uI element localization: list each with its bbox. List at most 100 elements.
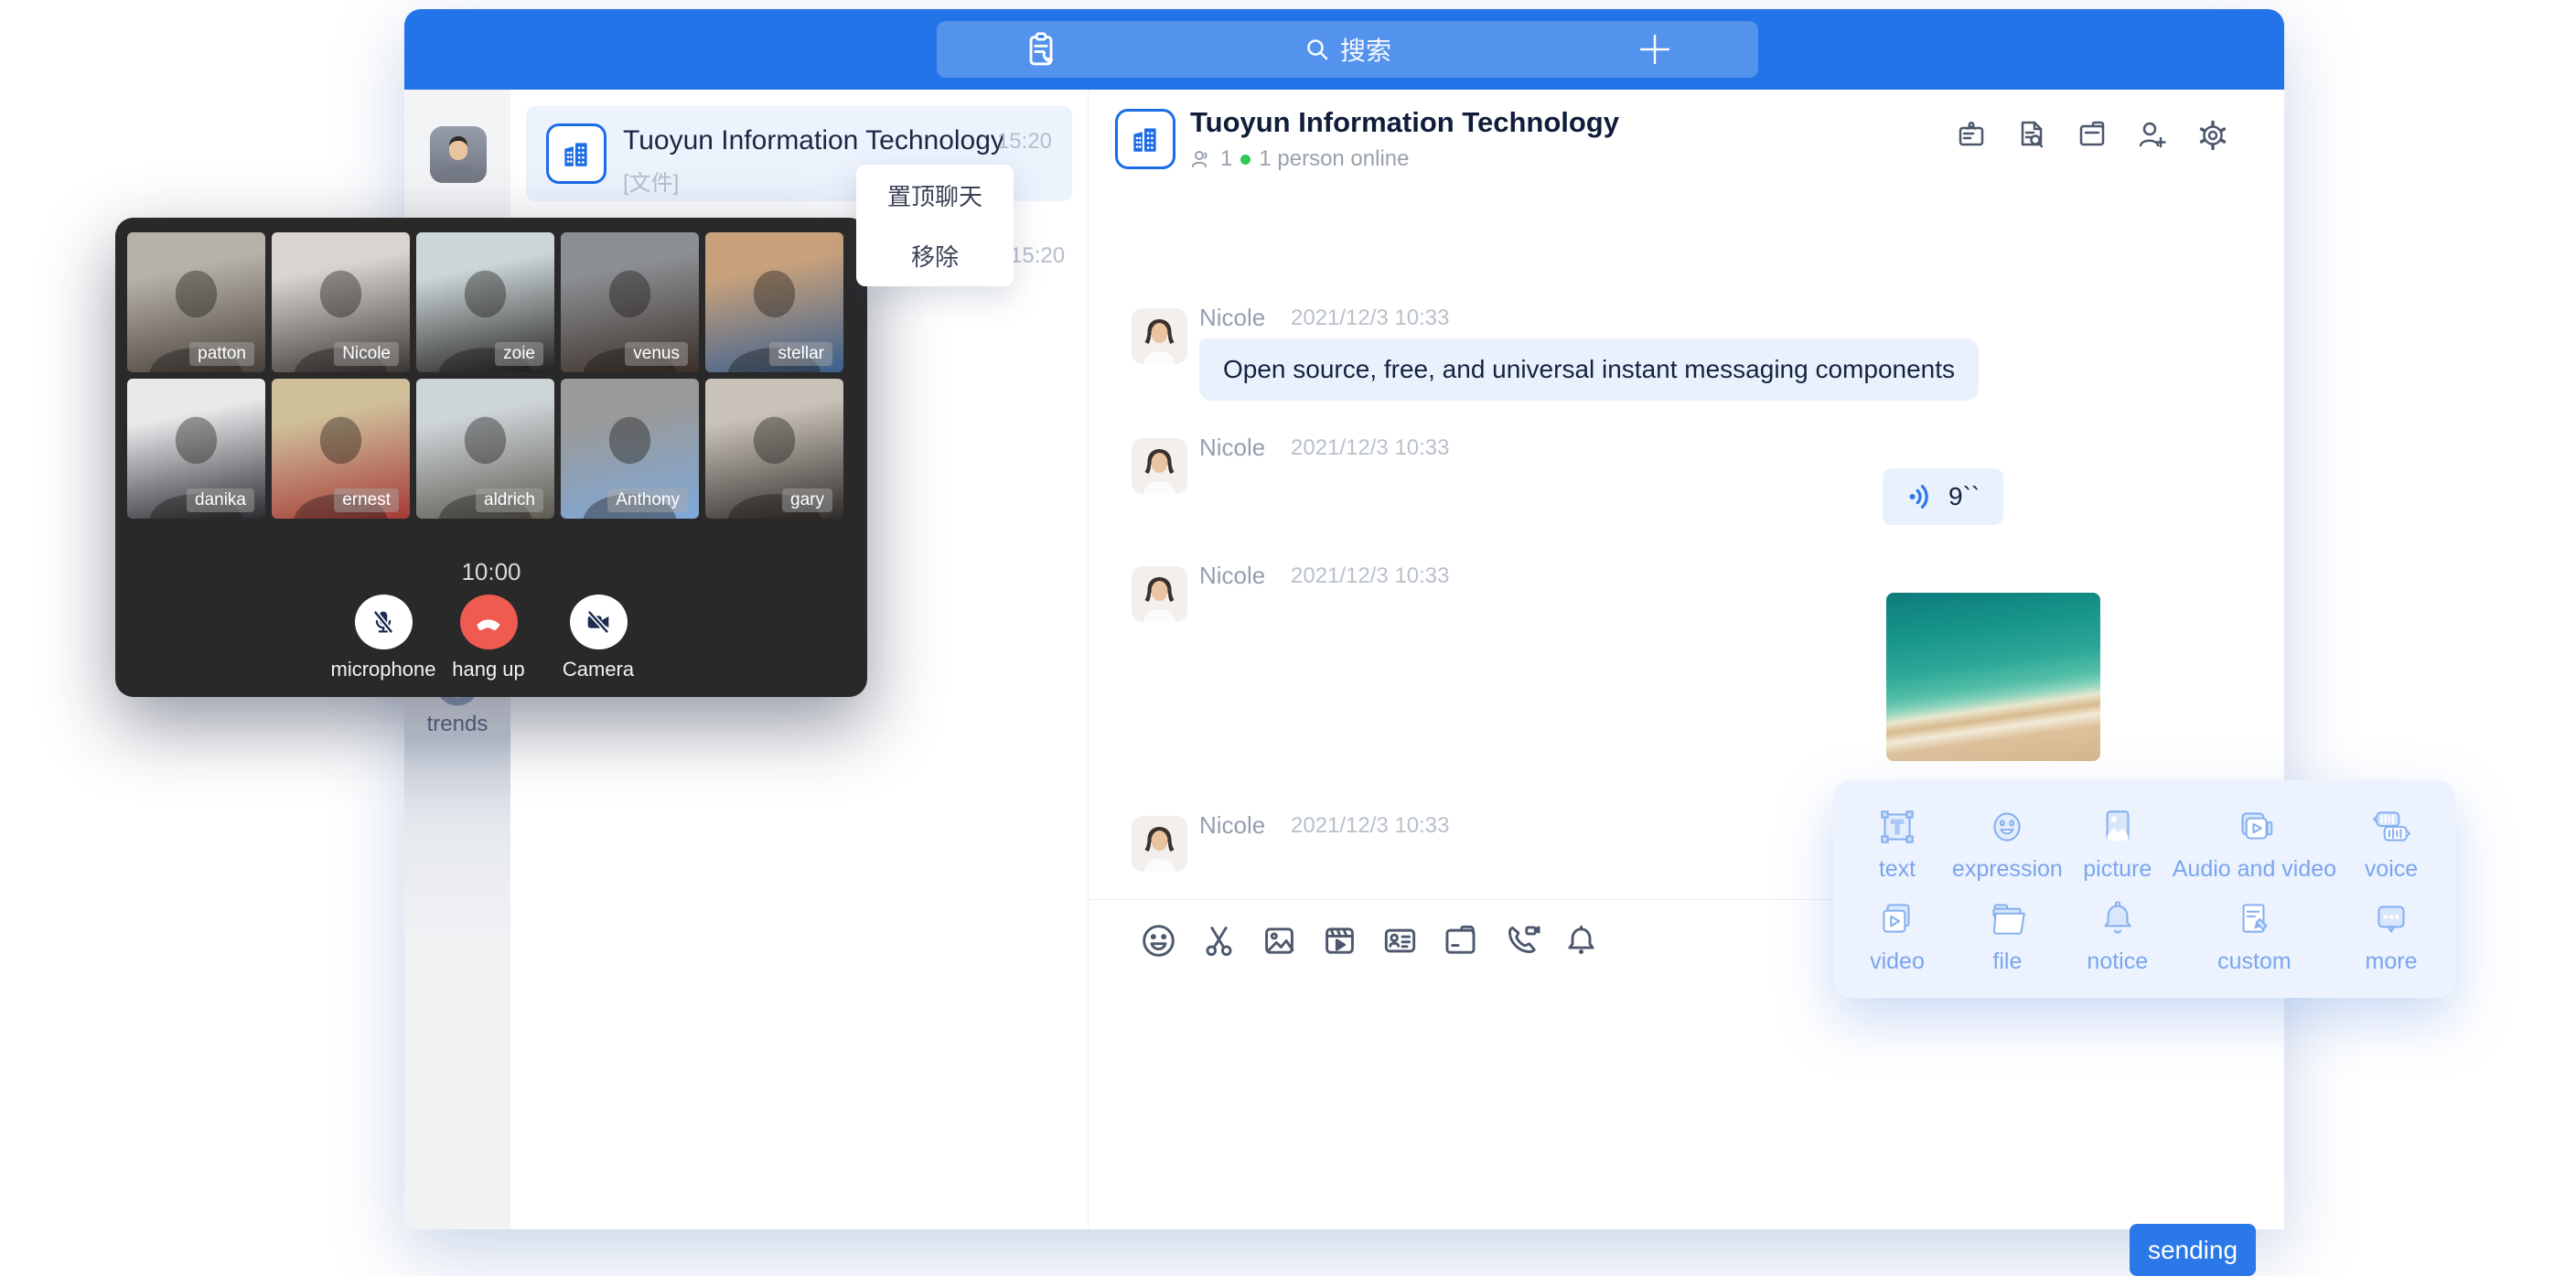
add-icon[interactable] [1638,33,1671,66]
panel-item-custom[interactable]: custom [2173,889,2336,981]
menu-item-remove[interactable]: 移除 [856,226,1014,287]
search-placeholder: 搜索 [1340,31,1391,68]
camera-button[interactable] [570,595,628,649]
microphone-button[interactable] [355,595,413,649]
voice-icon [2368,804,2414,850]
sender-avatar [1132,566,1187,622]
hangup-button[interactable] [460,595,518,649]
video-icon [1874,896,1920,942]
video-tile: zoie [416,232,554,372]
camera-off-icon [583,606,614,638]
message-time: 2021/12/3 10:33 [1291,563,1450,589]
panel-item-label: notice [2087,949,2148,975]
panel-item-audio-video[interactable]: Audio and video [2173,797,2336,889]
panel-item-label: video [1870,949,1925,975]
video-tile: gary [705,379,843,519]
panel-item-picture[interactable]: picture [2063,797,2173,889]
send-button[interactable]: sending [2130,1224,2256,1276]
video-tile: aldrich [416,379,554,519]
camera-control: Camera [541,595,656,681]
chat-header: Tuoyun Information Technology 1 1 person… [1089,90,2284,185]
sender-name: Nicole [1199,304,1265,332]
image-message[interactable] [1886,593,2100,761]
video-tile: patton [127,232,265,372]
voice-duration: 9`` [1948,482,1980,511]
image-icon[interactable] [1260,921,1299,960]
conversation-last-message: [文件] [623,165,679,197]
search-bar[interactable]: 搜索 [937,21,1758,78]
panel-item-video[interactable]: video [1842,889,1952,981]
sender-name: Nicole [1199,811,1265,840]
text-icon [1874,804,1920,850]
video-call-icon[interactable] [1501,921,1540,960]
member-count: 1 [1220,146,1232,172]
participant-name: Nicole [334,342,399,366]
custom-icon [2231,896,2277,942]
video-tile: danika [127,379,265,519]
hangup-control: hang up [431,595,546,681]
conversation-title: Tuoyun Information Technology [623,125,1004,156]
participant-name: patton [189,342,254,366]
participant-name: ernest [334,488,399,512]
control-label: microphone [326,658,441,681]
notice-icon [2095,896,2141,942]
microphone-control: microphone [326,595,441,681]
participant-name: stellar [769,342,832,366]
picture-icon [2095,804,2141,850]
panel-item-text[interactable]: text [1842,797,1952,889]
chat-record-search-icon[interactable] [2013,117,2050,154]
hangup-icon [472,606,505,638]
message-type-panel: text expression picture Audio and video [1833,780,2455,998]
search-field[interactable]: 搜索 [937,21,1758,78]
notification-bell-icon[interactable] [1562,921,1601,960]
message-time: 2021/12/3 10:33 [1291,435,1450,461]
online-dot [1240,155,1250,165]
chat-title: Tuoyun Information Technology [1190,106,1619,139]
group-avatar [546,123,606,184]
video-grid: patton Nicole zoie venus stellar danika ernest… [127,232,843,519]
settings-gear-icon[interactable] [2195,117,2231,154]
members-icon [1190,148,1212,170]
panel-item-label: voice [2365,856,2418,883]
my-avatar[interactable] [430,126,487,183]
video-tile: venus [561,232,699,372]
message-time: 2021/12/3 10:33 [1291,813,1450,839]
trends-label: trends [404,712,510,737]
add-member-icon[interactable] [2134,117,2171,154]
panel-item-label: text [1879,856,1916,883]
top-bar: 搜索 [404,9,2284,90]
participant-name: Anthony [607,488,688,512]
contact-card-icon[interactable] [1380,921,1420,960]
sender-avatar [1132,816,1187,872]
folder-icon[interactable] [1441,921,1480,960]
sender-avatar [1132,308,1187,364]
panel-item-file[interactable]: file [1952,889,2063,981]
building-icon [1128,122,1163,156]
panel-item-expression[interactable]: expression [1952,797,2063,889]
participant-name: venus [625,342,688,366]
menu-item-pin-chat[interactable]: 置顶聊天 [856,165,1014,226]
emoji-icon[interactable] [1139,921,1178,960]
audio-video-icon [2231,804,2277,850]
participant-name: danika [187,488,254,512]
voice-message-bubble[interactable]: 9`` [1883,468,2003,525]
chat-subtitle: 1 1 person online [1190,146,1409,172]
message-time: 2021/12/3 10:33 [1291,306,1450,331]
conversation-context-menu: 置顶聊天 移除 [856,165,1014,286]
panel-item-more[interactable]: more [2336,889,2446,981]
panel-item-notice[interactable]: notice [2063,889,2173,981]
panel-item-label: more [2366,949,2418,975]
voice-wave-icon [1906,481,1937,512]
pinboard-icon[interactable] [1953,117,1990,154]
panel-item-label: file [1992,949,2022,975]
screenshot-icon[interactable] [1199,921,1239,960]
files-icon[interactable] [2074,117,2110,154]
text-message-bubble[interactable]: Open source, free, and universal instant… [1199,338,1979,401]
message-input[interactable]: sending [1089,980,2284,1229]
video-clip-icon[interactable] [1320,921,1359,960]
conversation-time: 15:20 [1010,243,1065,269]
panel-item-voice[interactable]: voice [2336,797,2446,889]
conversation-time: 15:20 [997,129,1052,155]
message-text: Open source, free, and universal instant… [1223,355,1955,384]
panel-item-label: Audio and video [2173,856,2336,883]
